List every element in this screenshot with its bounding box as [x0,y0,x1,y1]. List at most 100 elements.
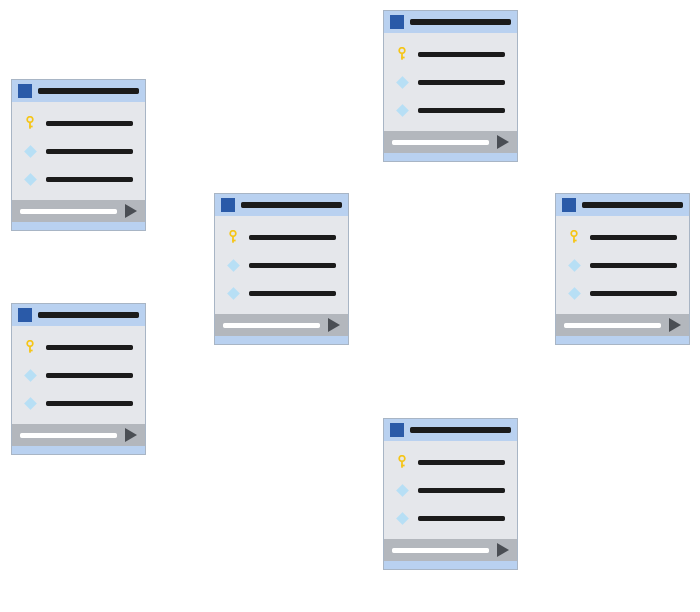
card-base-strip [12,446,145,454]
db-schema-diagram: { "cards": [ { "id": "card-1", "x": 11, … [0,0,700,612]
db-table-card [214,193,349,345]
card-body [215,216,348,314]
card-footer [215,314,348,336]
card-body [556,216,689,314]
diamond-icon [568,259,581,272]
field-row [396,103,505,117]
play-icon [125,204,137,218]
field-line [590,235,677,240]
diamond-icon [227,259,240,272]
card-header [384,419,517,441]
field-line [46,121,133,126]
footer-progress-bar [223,323,320,328]
field-row [24,396,133,410]
card-header [12,80,145,102]
footer-progress-bar [392,548,489,553]
diamond-icon [396,104,409,117]
header-title-bar [582,202,683,208]
card-header [215,194,348,216]
field-line [46,149,133,154]
field-row [568,230,677,244]
diamond-icon [227,287,240,300]
key-icon [396,47,408,61]
diamond-icon [396,75,408,89]
play-icon [669,318,681,332]
card-header [12,304,145,326]
db-table-card [11,303,146,455]
diamond-icon [227,258,239,272]
diamond-icon [24,173,37,186]
field-line [418,108,505,113]
diamond-icon [396,484,409,497]
play-icon [125,428,137,442]
diamond-icon [24,145,37,158]
card-base-strip [384,153,517,161]
card-base-strip [12,222,145,230]
diamond-icon [396,483,408,497]
diamond-icon [24,369,37,382]
diamond-icon [568,287,581,300]
header-accent-square [221,198,235,212]
field-line [418,488,505,493]
key-icon [396,455,408,469]
field-line [590,291,677,296]
field-line [418,52,505,57]
key-icon [24,116,36,130]
card-body [12,102,145,200]
diamond-icon [227,286,239,300]
field-line [46,373,133,378]
field-line [590,263,677,268]
card-base-strip [215,336,348,344]
header-accent-square [390,423,404,437]
key-icon [568,230,580,244]
diamond-icon [396,511,408,525]
field-line [418,460,505,465]
diamond-icon [396,103,408,117]
key-icon [24,340,36,354]
db-table-card [11,79,146,231]
card-footer [12,424,145,446]
card-body [12,326,145,424]
field-row [24,172,133,186]
db-table-card [383,418,518,570]
card-base-strip [556,336,689,344]
key-icon [568,230,580,244]
key-icon [24,340,36,354]
field-row [396,47,505,61]
field-row [227,258,336,272]
play-icon [328,318,340,332]
header-accent-square [562,198,576,212]
diamond-icon [568,258,580,272]
key-icon [227,230,239,244]
field-row [24,368,133,382]
card-footer [384,539,517,561]
card-header [384,11,517,33]
diamond-icon [568,286,580,300]
field-line [46,345,133,350]
db-table-card [555,193,690,345]
field-row [24,340,133,354]
field-line [46,401,133,406]
card-body [384,441,517,539]
field-line [249,291,336,296]
key-icon [396,47,408,61]
field-row [396,75,505,89]
field-line [249,235,336,240]
footer-progress-bar [20,209,117,214]
field-line [418,80,505,85]
header-title-bar [241,202,342,208]
header-accent-square [18,84,32,98]
diamond-icon [24,396,36,410]
key-icon [396,455,408,469]
diamond-icon [396,512,409,525]
card-base-strip [384,561,517,569]
field-line [46,177,133,182]
key-icon [227,230,239,244]
card-footer [12,200,145,222]
field-row [227,286,336,300]
field-row [568,258,677,272]
db-table-card [383,10,518,162]
card-body [384,33,517,131]
card-footer [384,131,517,153]
header-title-bar [410,19,511,25]
